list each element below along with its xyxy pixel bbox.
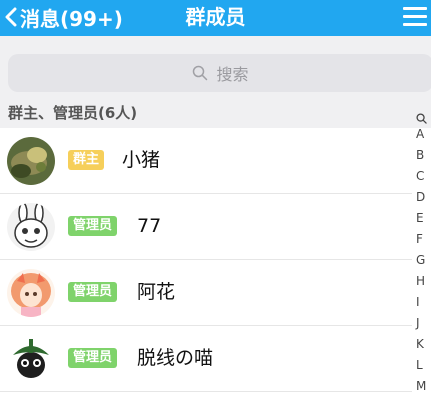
index-letter[interactable]: F bbox=[416, 229, 431, 250]
index-letter[interactable]: D bbox=[416, 187, 431, 208]
alphabet-index[interactable]: ABCDEFGHIJKLM bbox=[416, 108, 431, 397]
index-letter[interactable]: B bbox=[416, 145, 431, 166]
avatar bbox=[7, 203, 55, 251]
role-badge: 管理员 bbox=[68, 282, 118, 302]
index-letter[interactable]: J bbox=[416, 313, 431, 334]
index-letter[interactable]: G bbox=[416, 250, 431, 271]
search-input[interactable] bbox=[8, 54, 431, 92]
index-letter[interactable]: A bbox=[416, 124, 431, 145]
search-area: 搜索 bbox=[0, 36, 431, 100]
role-badge: 群主 bbox=[68, 150, 105, 170]
member-row[interactable]: 群主 小猪 bbox=[0, 128, 412, 194]
member-name: 阿花 bbox=[137, 281, 176, 303]
member-row[interactable]: 管理员 阿花 bbox=[0, 260, 412, 326]
section-label: 群主、管理员(6人) bbox=[8, 104, 138, 122]
title-bar: 消息(99+) 群成员 bbox=[0, 0, 431, 36]
role-badge: 管理员 bbox=[68, 348, 118, 368]
menu-icon[interactable] bbox=[403, 6, 427, 28]
page-title: 群成员 bbox=[185, 5, 246, 29]
role-badge: 管理员 bbox=[68, 216, 118, 236]
index-letter[interactable]: E bbox=[416, 208, 431, 229]
avatar bbox=[7, 269, 55, 317]
member-row[interactable]: 管理员 脱线の喵 bbox=[0, 326, 412, 392]
member-name: 小猪 bbox=[122, 149, 161, 171]
index-letter[interactable]: M bbox=[416, 376, 431, 397]
avatar bbox=[7, 335, 55, 383]
index-letter[interactable]: C bbox=[416, 166, 431, 187]
index-letter[interactable]: H bbox=[416, 271, 431, 292]
member-list: 群主 小猪 管理员 77 管理员 阿花 管理员 脱线の喵 bbox=[0, 128, 412, 392]
index-letter[interactable]: I bbox=[416, 292, 431, 313]
index-letter[interactable]: L bbox=[416, 355, 431, 376]
section-header: 群主、管理员(6人) bbox=[0, 100, 431, 128]
search-box[interactable]: 搜索 bbox=[8, 54, 431, 92]
index-letter[interactable]: K bbox=[416, 334, 431, 355]
member-name: 脱线の喵 bbox=[137, 347, 214, 369]
member-name: 77 bbox=[137, 215, 162, 237]
avatar bbox=[7, 137, 55, 185]
index-search-icon[interactable] bbox=[416, 113, 427, 124]
member-row[interactable]: 管理员 77 bbox=[0, 194, 412, 260]
